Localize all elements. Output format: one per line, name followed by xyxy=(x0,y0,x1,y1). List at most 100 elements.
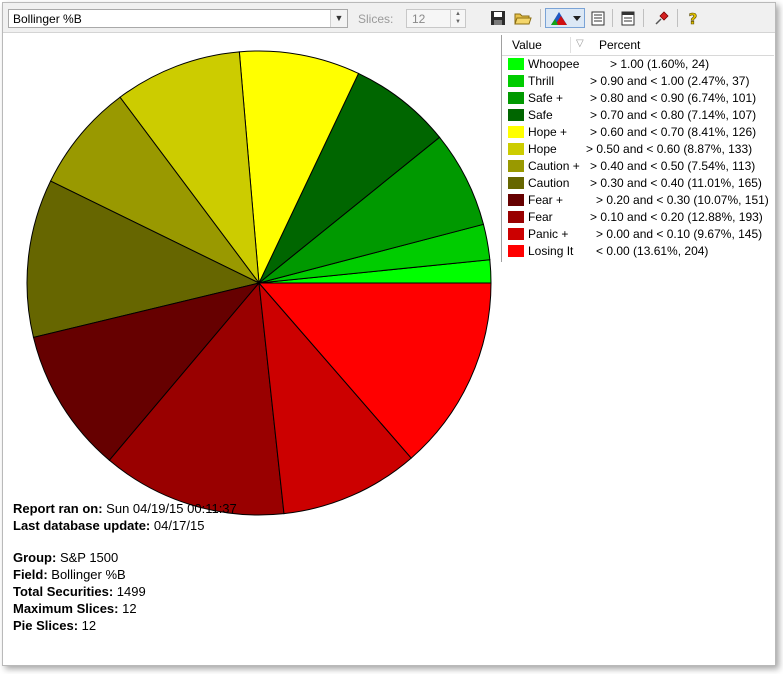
field-label: Field: xyxy=(13,567,48,582)
open-folder-icon xyxy=(514,13,532,25)
total-securities-value: 1499 xyxy=(113,584,146,599)
field-value: Bollinger %B xyxy=(47,567,126,582)
legend-row[interactable]: Thrill > 0.90 and < 1.00 (2.47%, 37) xyxy=(502,73,774,90)
legend-swatch xyxy=(508,177,524,189)
legend-swatch xyxy=(508,194,524,206)
report-ran-value: Sun 04/19/15 00:11:37 xyxy=(102,501,237,516)
help-button[interactable]: ? xyxy=(686,8,700,28)
legend-row[interactable]: Panic + > 0.00 and < 0.10 (9.67%, 145) xyxy=(502,226,774,243)
toolbar: Bollinger %B ▼ Slices: 12 ▲ ▼ ? xyxy=(3,3,775,33)
report-ran-line: Report ran on: Sun 04/19/15 00:11:37 xyxy=(13,501,237,516)
legend-header: Value ▽ Percent xyxy=(502,35,774,56)
legend-row[interactable]: Fear > 0.10 and < 0.20 (12.88%, 193) xyxy=(502,209,774,226)
total-securities-label: Total Securities: xyxy=(13,584,114,599)
legend-row-range: > 0.50 and < 0.60 (8.87%, 133) xyxy=(586,142,753,156)
legend-row[interactable]: Fear + > 0.20 and < 0.30 (10.07%, 151) xyxy=(502,192,774,209)
legend-row-range: > 0.90 and < 1.00 (2.47%, 37) xyxy=(590,74,750,88)
legend-row-range: > 0.70 and < 0.80 (7.14%, 107) xyxy=(590,108,757,122)
legend-swatch xyxy=(508,109,524,121)
toolbar-separator xyxy=(677,9,678,27)
max-slices-label: Maximum Slices: xyxy=(13,601,119,616)
dropdown-arrow-icon[interactable] xyxy=(572,13,582,23)
legend-row-name: Losing It xyxy=(528,244,574,258)
legend-row[interactable]: Hope > 0.50 and < 0.60 (8.87%, 133) xyxy=(502,141,774,158)
chart-type-button[interactable] xyxy=(545,8,585,28)
db-update-line: Last database update: 04/17/15 xyxy=(13,518,204,533)
legend-row-name: Thrill xyxy=(528,74,554,88)
pie-chart-icon xyxy=(550,11,567,25)
legend-row[interactable]: Hope + > 0.60 and < 0.70 (8.41%, 126) xyxy=(502,124,774,141)
legend-row-range: > 0.60 and < 0.70 (8.41%, 126) xyxy=(590,125,757,139)
pin-button[interactable] xyxy=(653,8,671,28)
slices-label: Slices: xyxy=(358,12,394,26)
legend-panel: Value ▽ Percent Whoopee > 1.00 (1.60%, 24… xyxy=(501,35,774,262)
legend-header-value[interactable]: Value xyxy=(512,38,542,52)
legend-row-range: > 0.40 and < 0.50 (7.54%, 113) xyxy=(590,159,756,173)
pie-chart xyxy=(26,50,492,516)
column-divider[interactable] xyxy=(570,37,571,53)
slices-value: 12 xyxy=(412,12,426,26)
legend-row-name: Caution + xyxy=(528,159,580,173)
report-ran-label: Report ran on: xyxy=(13,501,103,516)
list-icon xyxy=(591,11,605,25)
field-line: Field: Bollinger %B xyxy=(13,567,126,582)
report-icon xyxy=(621,11,635,25)
legend-row-name: Hope xyxy=(528,142,557,156)
legend-row-name: Fear xyxy=(528,210,553,224)
report-window: Bollinger %B ▼ Slices: 12 ▲ ▼ ? Value ▽ … xyxy=(2,2,776,666)
help-icon: ? xyxy=(688,10,698,27)
legend-row-range: < 0.00 (13.61%, 204) xyxy=(596,244,709,258)
chevron-down-icon[interactable]: ▼ xyxy=(330,10,347,27)
legend-swatch xyxy=(508,75,524,87)
legend-swatch xyxy=(508,160,524,172)
max-slices-line: Maximum Slices: 12 xyxy=(13,601,137,616)
legend-row-name: Panic + xyxy=(528,227,569,241)
db-update-label: Last database update: xyxy=(13,518,151,533)
legend-header-percent[interactable]: Percent xyxy=(599,38,640,52)
save-icon xyxy=(491,11,505,25)
field-select[interactable]: Bollinger %B ▼ xyxy=(8,9,348,28)
legend-swatch xyxy=(508,126,524,138)
group-line: Group: S&P 1500 xyxy=(13,550,118,565)
field-select-value: Bollinger %B xyxy=(13,12,82,26)
legend-row-name: Safe + xyxy=(528,91,564,105)
stepper-buttons: ▲ ▼ xyxy=(450,10,465,27)
legend-row-name: Safe xyxy=(528,108,553,122)
legend-row-name: Hope + xyxy=(528,125,568,139)
legend-row[interactable]: Losing It < 0.00 (13.61%, 204) xyxy=(502,243,774,260)
open-button[interactable] xyxy=(513,8,533,28)
pie-slices-value: 12 xyxy=(78,618,97,633)
stepper-down-icon[interactable]: ▼ xyxy=(451,18,465,26)
legend-row-range: > 0.30 and < 0.40 (11.01%, 165) xyxy=(590,176,762,190)
group-value: S&P 1500 xyxy=(56,550,119,565)
legend-row-name: Caution xyxy=(528,176,570,190)
svg-text:?: ? xyxy=(689,10,698,27)
legend-swatch xyxy=(508,228,524,240)
legend-row[interactable]: Safe + > 0.80 and < 0.90 (6.74%, 101) xyxy=(502,90,774,107)
list-button[interactable] xyxy=(590,8,606,28)
sort-icon[interactable]: ▽ xyxy=(576,38,584,49)
legend-swatch xyxy=(508,211,524,223)
legend-swatch xyxy=(508,245,524,257)
legend-row-range: > 1.00 (1.60%, 24) xyxy=(610,57,710,71)
legend-row[interactable]: Safe > 0.70 and < 0.80 (7.14%, 107) xyxy=(502,107,774,124)
legend-row[interactable]: Whoopee > 1.00 (1.60%, 24) xyxy=(502,56,774,73)
stepper-up-icon[interactable]: ▲ xyxy=(451,10,465,18)
legend-swatch xyxy=(508,58,524,70)
save-button[interactable] xyxy=(489,8,507,28)
legend-row[interactable]: Caution + > 0.40 and < 0.50 (7.54%, 113) xyxy=(502,158,774,175)
toolbar-separator xyxy=(643,9,644,27)
legend-row[interactable]: Caution > 0.30 and < 0.40 (11.01%, 165) xyxy=(502,175,774,192)
report-button[interactable] xyxy=(620,8,636,28)
legend-row-range: > 0.10 and < 0.20 (12.88%, 193) xyxy=(590,210,763,224)
pin-icon xyxy=(655,11,669,25)
legend-row-range: > 0.00 and < 0.10 (9.67%, 145) xyxy=(596,227,763,241)
legend-swatch xyxy=(508,143,524,155)
pie-slices-label: Pie Slices: xyxy=(13,618,79,633)
legend-row-range: > 0.80 and < 0.90 (6.74%, 101) xyxy=(590,91,757,105)
toolbar-separator xyxy=(612,9,613,27)
group-label: Group: xyxy=(13,550,57,565)
legend-row-range: > 0.20 and < 0.30 (10.07%, 151) xyxy=(596,193,769,207)
legend-row-name: Whoopee xyxy=(528,57,580,71)
slices-stepper[interactable]: 12 ▲ ▼ xyxy=(406,9,466,28)
